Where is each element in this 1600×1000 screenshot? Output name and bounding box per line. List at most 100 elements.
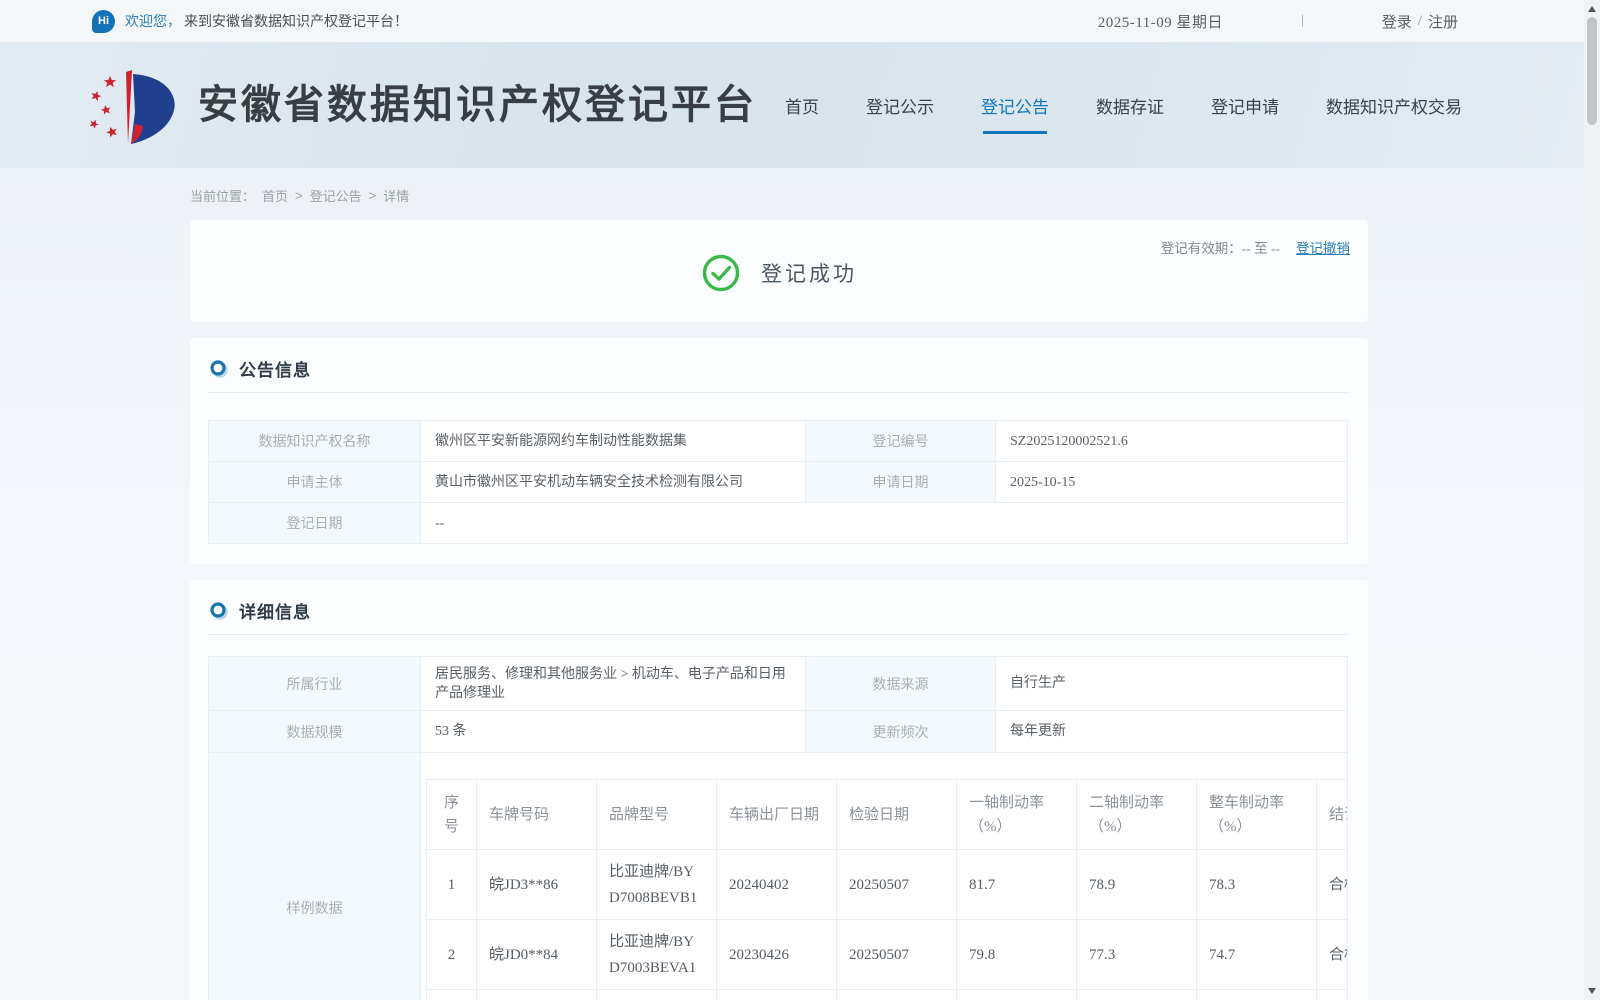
hi-badge-icon: Hi bbox=[92, 9, 115, 33]
sample-col-header: 品牌型号 bbox=[597, 780, 717, 850]
sample-col-header: 序号 bbox=[427, 780, 477, 850]
sample-cell: 74.7 bbox=[1197, 920, 1317, 990]
sample-data-table: 序号 车牌号码 品牌型号 车辆出厂日期 检验日期 一轴制动率（%） 二轴制动率（… bbox=[426, 779, 1347, 1000]
detail-section-head: 详细信息 bbox=[210, 598, 311, 623]
field-value: 每年更新 bbox=[996, 711, 1348, 753]
sample-cell: 79.8 bbox=[957, 920, 1077, 990]
sample-cell: 20230426 bbox=[717, 920, 837, 990]
sample-cell bbox=[597, 990, 717, 1000]
nav-registration-publicity[interactable]: 登记公示 bbox=[866, 93, 934, 118]
sample-col-header: 整车制动率（%） bbox=[1197, 780, 1317, 850]
sample-cell: 比亚迪牌/BYD7003BEVA1 bbox=[597, 920, 717, 990]
sample-cell: 2 bbox=[427, 920, 477, 990]
field-label: 登记编号 bbox=[806, 421, 996, 462]
field-value: -- bbox=[421, 503, 1348, 544]
field-value: 自行生产 bbox=[996, 657, 1348, 711]
nav-data-ip-trade[interactable]: 数据知识产权交易 bbox=[1326, 93, 1462, 118]
success-check-icon bbox=[702, 254, 740, 292]
sample-col-header: 车辆出厂日期 bbox=[717, 780, 837, 850]
main-content: 当前位置： 首页 > 登记公告 > 详情 登记有效期： -- 至 -- 登记撤销… bbox=[0, 168, 1600, 1000]
field-label: 所属行业 bbox=[209, 657, 421, 711]
sample-cell: 20240402 bbox=[717, 850, 837, 920]
sample-cell: 合格 bbox=[1317, 850, 1347, 920]
detail-info-card: 详细信息 所属行业 居民服务、修理和其他服务业 > 机动车、电子产品和日用产品修… bbox=[190, 580, 1368, 1000]
breadcrumb-sep: > bbox=[295, 188, 303, 203]
sample-cell bbox=[427, 990, 477, 1000]
field-label: 数据规模 bbox=[209, 711, 421, 753]
field-value: 居民服务、修理和其他服务业 > 机动车、电子产品和日用产品修理业 bbox=[421, 657, 806, 711]
sample-cell: 81.7 bbox=[957, 850, 1077, 920]
site-logo-icon bbox=[88, 70, 175, 144]
sample-cell: 20250507 bbox=[837, 920, 957, 990]
main-nav: 首页 登记公示 登记公告 数据存证 登记申请 数据知识产权交易 bbox=[785, 42, 1462, 168]
divider bbox=[208, 634, 1350, 635]
detail-section-title: 详细信息 bbox=[239, 603, 311, 622]
topbar-separator: | bbox=[1300, 13, 1304, 28]
field-value: 黄山市徽州区平安机动车辆安全技术检测有限公司 bbox=[421, 462, 806, 503]
sample-cell bbox=[477, 990, 597, 1000]
vertical-scrollbar[interactable] bbox=[1584, 0, 1600, 1000]
announcement-info-card: 公告信息 数据知识产权名称 徽州区平安新能源网约车制动性能数据集 登记编号 SZ… bbox=[190, 338, 1368, 564]
sample-data-cell: 序号 车牌号码 品牌型号 车辆出厂日期 检验日期 一轴制动率（%） 二轴制动率（… bbox=[421, 753, 1348, 1000]
nav-data-deposit[interactable]: 数据存证 bbox=[1096, 93, 1164, 118]
breadcrumb-prefix: 当前位置： bbox=[190, 189, 256, 204]
login-link[interactable]: 登录 bbox=[1382, 11, 1412, 32]
sample-cell: 皖JD0**84 bbox=[477, 920, 597, 990]
register-link[interactable]: 注册 bbox=[1428, 11, 1458, 32]
divider bbox=[208, 392, 1350, 393]
sample-cell bbox=[1197, 990, 1317, 1000]
success-banner: 登记成功 bbox=[190, 253, 1368, 293]
sample-cell: 1 bbox=[427, 850, 477, 920]
field-label: 申请主体 bbox=[209, 462, 421, 503]
field-label: 数据来源 bbox=[806, 657, 996, 711]
welcome-highlight: 欢迎您， bbox=[125, 13, 181, 29]
sample-col-header: 二轴制动率（%） bbox=[1077, 780, 1197, 850]
nav-home[interactable]: 首页 bbox=[785, 93, 819, 118]
sample-cell: 20250507 bbox=[837, 850, 957, 920]
sample-cell: 78.9 bbox=[1077, 850, 1197, 920]
breadcrumb-home[interactable]: 首页 bbox=[262, 186, 288, 205]
section-bullet-icon bbox=[210, 601, 228, 620]
field-value: 徽州区平安新能源网约车制动性能数据集 bbox=[421, 421, 806, 462]
sample-data-label: 样例数据 bbox=[209, 753, 421, 1000]
sample-cell: 78.3 bbox=[1197, 850, 1317, 920]
scrollbar-thumb[interactable] bbox=[1587, 17, 1597, 125]
site-header: 安徽省数据知识产权登记平台 首页 登记公示 登记公告 数据存证 登记申请 数据知… bbox=[0, 42, 1600, 168]
field-value: SZ2025120002521.6 bbox=[996, 421, 1348, 462]
auth-slash: / bbox=[1417, 12, 1422, 29]
topbar: Hi 欢迎您， 来到安徽省数据知识产权登记平台！ 2025-11-09 星期日 … bbox=[0, 0, 1600, 42]
sample-cell bbox=[837, 990, 957, 1000]
field-label: 更新频次 bbox=[806, 711, 996, 753]
section-bullet-icon bbox=[210, 359, 228, 378]
breadcrumb-detail: 详情 bbox=[383, 189, 410, 204]
scroll-down-arrow-icon[interactable] bbox=[1588, 988, 1596, 994]
field-label: 申请日期 bbox=[806, 462, 996, 503]
sample-cell: 比亚迪牌/BYD7008BEVB1 bbox=[597, 850, 717, 920]
field-value: 2025-10-15 bbox=[996, 462, 1348, 503]
sample-cell bbox=[957, 990, 1077, 1000]
sample-cell bbox=[1317, 990, 1347, 1000]
detail-table: 所属行业 居民服务、修理和其他服务业 > 机动车、电子产品和日用产品修理业 数据… bbox=[208, 656, 1348, 1000]
scroll-up-arrow-icon[interactable] bbox=[1588, 6, 1596, 12]
announcement-section-title: 公告信息 bbox=[239, 361, 311, 380]
breadcrumb: 当前位置： 首页 > 登记公告 > 详情 bbox=[190, 186, 409, 205]
page: Hi 欢迎您， 来到安徽省数据知识产权登记平台！ 2025-11-09 星期日 … bbox=[0, 0, 1600, 1000]
breadcrumb-announcement[interactable]: 登记公告 bbox=[310, 186, 362, 205]
registration-status-card: 登记有效期： -- 至 -- 登记撤销 登记成功 bbox=[190, 220, 1368, 322]
topbar-right: 2025-11-09 星期日 | 登录 / 注册 bbox=[1098, 11, 1458, 32]
sample-cell: 皖JD3**86 bbox=[477, 850, 597, 920]
sample-col-header: 结论 bbox=[1317, 780, 1347, 850]
sample-cell: 77.3 bbox=[1077, 920, 1197, 990]
field-label: 登记日期 bbox=[209, 503, 421, 544]
nav-registration-announcement[interactable]: 登记公告 bbox=[981, 93, 1049, 134]
announcement-table: 数据知识产权名称 徽州区平安新能源网约车制动性能数据集 登记编号 SZ20251… bbox=[208, 420, 1348, 544]
sample-cell: 合格 bbox=[1317, 920, 1347, 990]
welcome-text: 来到安徽省数据知识产权登记平台！ bbox=[184, 13, 408, 29]
field-label: 数据知识产权名称 bbox=[209, 421, 421, 462]
sample-cell bbox=[1077, 990, 1197, 1000]
announcement-section-head: 公告信息 bbox=[210, 356, 311, 381]
sample-col-header: 车牌号码 bbox=[477, 780, 597, 850]
breadcrumb-sep: > bbox=[368, 188, 377, 203]
success-message: 登记成功 bbox=[761, 263, 857, 286]
nav-registration-apply[interactable]: 登记申请 bbox=[1211, 93, 1279, 118]
